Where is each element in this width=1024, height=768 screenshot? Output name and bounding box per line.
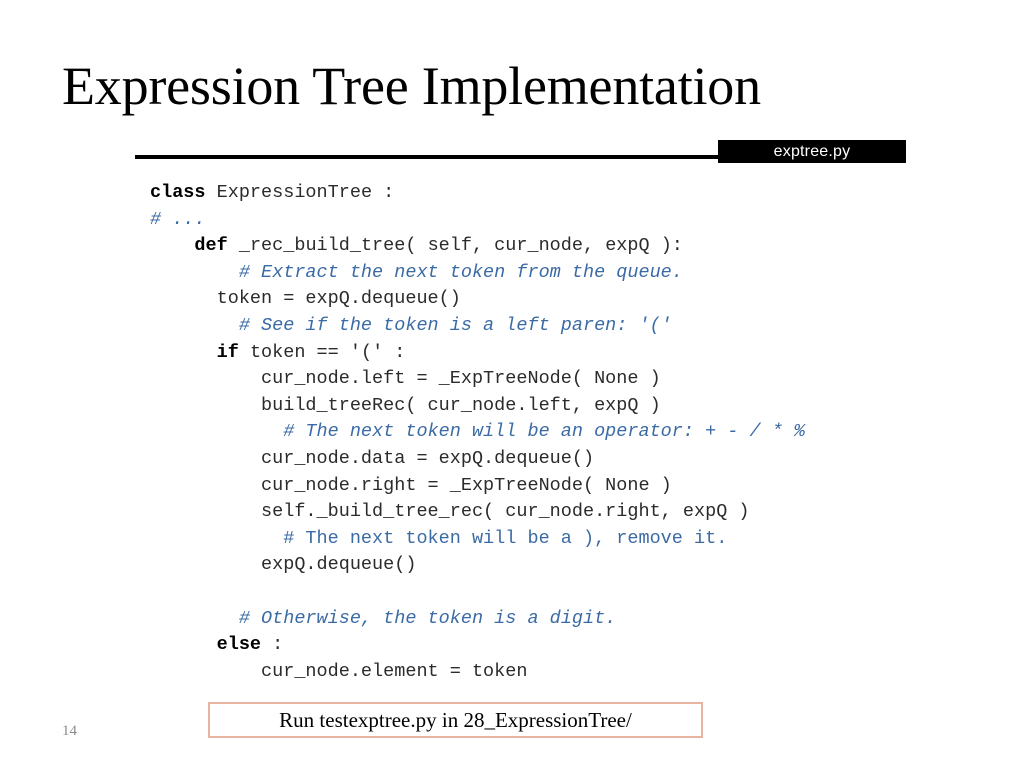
code-line: class ExpressionTree : <box>150 180 980 207</box>
code-text: ExpressionTree : <box>205 182 395 203</box>
code-text: _rec_build_tree( self, cur_node, expQ ): <box>227 235 683 257</box>
page-title: Expression Tree Implementation <box>62 56 761 116</box>
header-divider <box>135 155 718 159</box>
code-text: cur_node.left = _ExpTreeNode( None ) <box>150 368 661 390</box>
code-line: expQ.dequeue() <box>150 552 980 579</box>
code-line: build_treeRec( cur_node.left, expQ ) <box>150 393 980 420</box>
page-number: 14 <box>62 723 77 739</box>
code-line: # See if the token is a left paren: '(' <box>150 313 980 340</box>
code-comment: # The next token will be a ), remove it. <box>150 527 728 549</box>
code-line: token = expQ.dequeue() <box>150 286 980 313</box>
code-line: cur_node.data = expQ.dequeue() <box>150 446 980 473</box>
file-name-banner: exptree.py <box>718 140 906 163</box>
code-keyword: else <box>216 634 262 656</box>
code-line: if token == '(' : <box>150 340 980 367</box>
code-comment: # See if the token is a left paren: '(' <box>150 314 672 336</box>
code-line: self._build_tree_rec( cur_node.right, ex… <box>150 499 980 526</box>
code-text: build_treeRec( cur_node.left, expQ ) <box>150 394 661 416</box>
code-line: # ... <box>150 207 980 234</box>
code-keyword: class <box>150 182 206 203</box>
code-comment: # Extract the next token from the queue. <box>150 261 683 283</box>
code-text: cur_node.data = expQ.dequeue() <box>150 447 595 469</box>
code-comment: # Otherwise, the token is a digit. <box>150 607 617 629</box>
run-instruction-box: Run testexptree.py in 28_ExpressionTree/ <box>208 702 703 738</box>
code-text: token == '(' : <box>238 341 406 363</box>
code-keyword: if <box>216 341 239 363</box>
code-line: cur_node.left = _ExpTreeNode( None ) <box>150 366 980 393</box>
code-listing: class ExpressionTree : # ... def _rec_bui… <box>150 180 980 685</box>
code-line: # The next token will be a ), remove it. <box>150 526 980 553</box>
code-line: def _rec_build_tree( self, cur_node, exp… <box>150 233 980 260</box>
code-text: token = expQ.dequeue() <box>150 288 461 310</box>
code-comment: # ... <box>150 208 206 230</box>
code-text: : <box>261 634 284 656</box>
code-line: # Otherwise, the token is a digit. <box>150 606 980 633</box>
code-line: # Extract the next token from the queue. <box>150 260 980 287</box>
code-text: cur_node.element = token <box>150 660 528 682</box>
code-comment: # The next token will be an operator: + … <box>150 421 806 443</box>
code-text: expQ.dequeue() <box>150 554 417 576</box>
code-line: cur_node.element = token <box>150 659 980 686</box>
code-line: cur_node.right = _ExpTreeNode( None ) <box>150 473 980 500</box>
code-text: self._build_tree_rec( cur_node.right, ex… <box>150 501 750 523</box>
code-line: else : <box>150 632 980 659</box>
code-line: # The next token will be an operator: + … <box>150 419 980 446</box>
code-keyword: def <box>194 235 228 257</box>
code-text: cur_node.right = _ExpTreeNode( None ) <box>150 474 672 496</box>
